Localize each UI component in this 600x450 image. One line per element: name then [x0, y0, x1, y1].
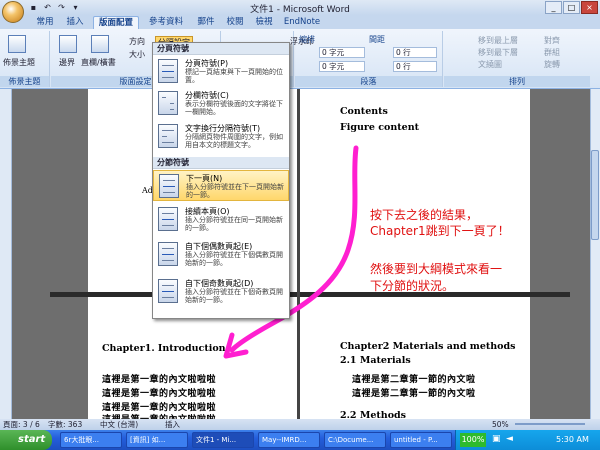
menu-item-column-break[interactable]: 分欄符號(C) 表示分欄符號後面的文字將從下一欄開始。 — [153, 88, 289, 119]
breaks-dropdown-menu: 分頁符號 分頁符號(P) 標記一頁結束與下一頁開始的位置。 分欄符號(C) 表示… — [152, 42, 290, 319]
menu-item-even-page[interactable]: 自下個偶數頁起(E) 插入分節符號並在下個偶數頁開始新的一節。 — [153, 239, 289, 270]
menu-item-next-page[interactable]: 下一頁(N) 插入分節符號並在下一頁開始新的一節。 — [153, 170, 289, 201]
menu-item-text-wrapping-break[interactable]: 文字換行分隔符號(T) 分隔網頁物件周圍的文字，例如用自本文的標題文字。 — [153, 121, 289, 152]
menu-item-page-break[interactable]: 分頁符號(P) 標記一頁結束與下一頁開始的位置。 — [153, 56, 289, 87]
even-page-icon — [158, 242, 178, 266]
menu-section-section-breaks: 分節符號 — [153, 157, 289, 169]
menu-section-page-breaks: 分頁符號 — [153, 43, 289, 55]
odd-page-icon — [158, 279, 178, 303]
next-page-icon — [159, 174, 179, 198]
continuous-icon — [158, 207, 178, 231]
menu-item-odd-page[interactable]: 自下個奇數頁起(D) 插入分節符號並在下個奇數頁開始新的一節。 — [153, 276, 289, 307]
menu-item-continuous[interactable]: 接續本頁(O) 插入分節符號並在同一頁開始新的一節。 — [153, 204, 289, 235]
annotation-arrow — [223, 145, 359, 359]
page-break-icon — [158, 59, 178, 83]
text-wrapping-icon — [158, 124, 178, 148]
column-break-icon — [158, 91, 178, 115]
